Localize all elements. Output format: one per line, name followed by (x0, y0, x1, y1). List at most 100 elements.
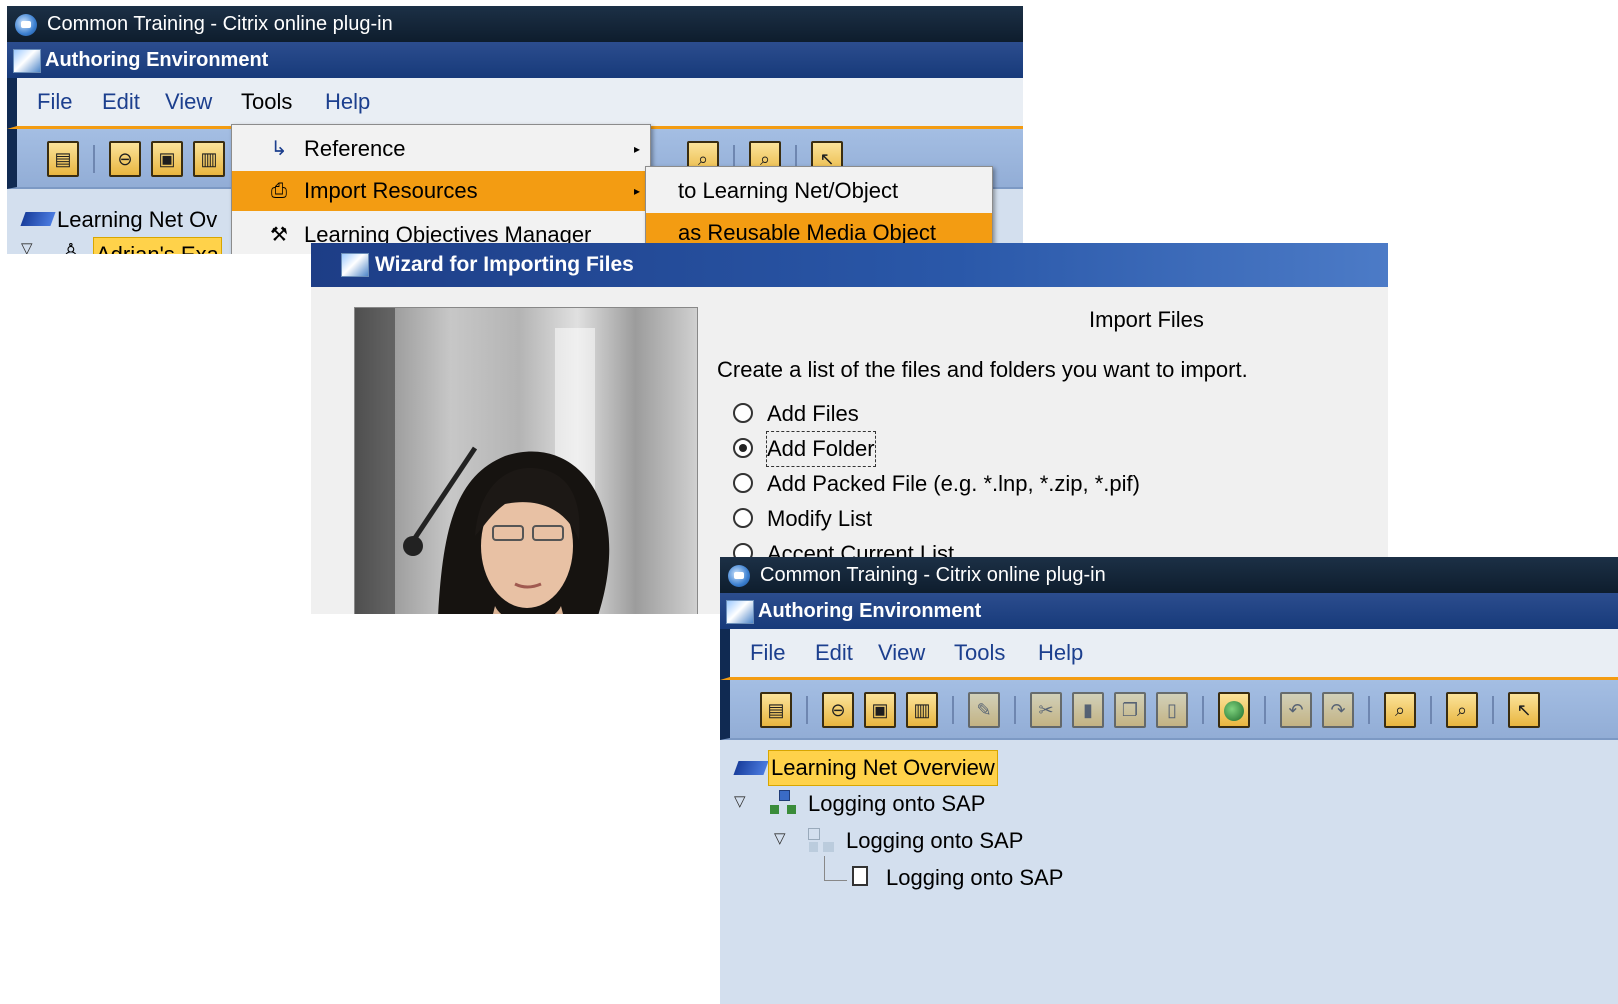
submenu-arrow-icon: ▸ (633, 184, 640, 198)
citrix-titlebar: Common Training - Citrix online plug-in (7, 6, 1023, 42)
document-icon (852, 866, 868, 886)
undo-button[interactable]: ↶ (1280, 692, 1312, 728)
app-titlebar: Authoring Environment (7, 42, 1023, 78)
tree-item-logging-onto-sap-group[interactable]: Logging onto SAP (846, 824, 1023, 858)
menu-tools[interactable]: Tools (241, 89, 292, 115)
save-all-button[interactable]: ▥ (193, 141, 225, 177)
learning-net-icon (733, 761, 769, 775)
menu-item-label: Import Resources (304, 178, 478, 203)
toolbar-separator (952, 696, 954, 724)
authoring-window-top: Common Training - Citrix online plug-in … (7, 6, 1023, 254)
toolbar-separator (1014, 696, 1016, 724)
tree-child-label[interactable]: Adrian's Exa (93, 237, 222, 254)
wizard-heading: Import Files (1089, 307, 1204, 332)
menu-item-label: to Learning Net/Object (678, 178, 899, 203)
tools-menu: ↳ Reference ▸ ⎙ Import Resources ▸ ⚒ Lea… (231, 124, 651, 254)
toolbar-separator (1368, 696, 1370, 724)
menu-item-to-learning-net-object[interactable]: to Learning Net/Object (646, 171, 992, 211)
portrait-illustration (355, 308, 610, 614)
copy-button[interactable]: ❐ (1114, 692, 1146, 728)
globe-icon (1224, 701, 1244, 722)
menu-edit[interactable]: Edit (815, 640, 853, 666)
help-pointer-button[interactable]: ↖ (1508, 692, 1540, 728)
app-icon (726, 600, 754, 624)
menu-help[interactable]: Help (1038, 640, 1083, 666)
wizard-titlebar: Wizard for Importing Files (311, 243, 1388, 287)
menu-view[interactable]: View (165, 89, 212, 115)
wizard-app-icon (341, 253, 369, 277)
option-label: Add Files (767, 401, 859, 426)
import-resources-submenu: to Learning Net/Object as Reusable Media… (645, 166, 993, 254)
new-button[interactable]: ▤ (47, 141, 79, 177)
menu-tools[interactable]: Tools (954, 640, 1005, 666)
option-label: Add Packed File (e.g. *.lnp, *.zip, *.pi… (767, 471, 1140, 496)
import-icon: ⎙ (271, 180, 287, 202)
group-icon (808, 828, 836, 854)
submenu-arrow-icon: ▸ (633, 142, 640, 156)
menubar: File Edit View Tools Help (7, 78, 1023, 129)
citrix-logo-icon (728, 565, 750, 587)
cut-button[interactable]: ✂ (1030, 692, 1062, 728)
redo-button[interactable]: ↷ (1322, 692, 1354, 728)
edit-button[interactable]: ✎ (968, 692, 1000, 728)
toolbar-separator (1430, 696, 1432, 724)
menu-view[interactable]: View (878, 640, 925, 666)
app-icon (13, 49, 41, 73)
menu-item-reference[interactable]: ↳ Reference ▸ (232, 129, 650, 169)
app-title: Authoring Environment (45, 49, 269, 71)
menu-file[interactable]: File (37, 89, 72, 115)
tree-item-logging-onto-sap[interactable]: Logging onto SAP (808, 787, 985, 821)
toolbar-separator (1492, 696, 1494, 724)
citrix-logo-icon (15, 14, 37, 36)
toolbar: ▤ ⊖ ▣ ▥ ✎ ✂ ▮ ❐ ▯ ↶ ↷ ⌕ ⌕ ↖ (720, 680, 1618, 740)
authoring-window-bottom: Common Training - Citrix online plug-in … (720, 557, 1618, 1004)
app-titlebar: Authoring Environment (720, 593, 1618, 629)
menu-item-import-resources[interactable]: ⎙ Import Resources ▸ (232, 171, 650, 211)
citrix-titlebar: Common Training - Citrix online plug-in (720, 557, 1618, 593)
new-button[interactable]: ▤ (760, 692, 792, 728)
expand-toggle-icon[interactable]: ▽ (734, 792, 746, 810)
option-label: Modify List (767, 506, 873, 531)
expand-toggle-icon[interactable]: ▽ (774, 829, 786, 847)
reference-arrow-icon: ↳ (270, 138, 288, 160)
menu-edit[interactable]: Edit (102, 89, 140, 115)
globe-button[interactable] (1218, 692, 1250, 728)
citrix-window-title: Common Training - Citrix online plug-in (47, 13, 393, 35)
radio-add-files[interactable] (733, 403, 753, 423)
tools-icon: ⚒ (270, 224, 288, 246)
app-title: Authoring Environment (758, 600, 982, 622)
toolbar-separator (806, 696, 808, 724)
radio-add-folder[interactable] (733, 438, 753, 458)
tree-root-label[interactable]: Learning Net Ov (57, 203, 217, 237)
option-label: Add Folder (766, 431, 876, 467)
learning-net-structure-icon (770, 790, 796, 816)
expand-toggle-icon[interactable]: ▽ (21, 239, 33, 254)
tree-view: Learning Net Overview ▽ Logging onto SAP… (720, 740, 1618, 1004)
tree-child-icon: ♙ (61, 239, 81, 254)
toolbar-separator (93, 145, 95, 173)
menu-file[interactable]: File (750, 640, 785, 666)
wizard-title: Wizard for Importing Files (375, 253, 634, 276)
save-all-button[interactable]: ▥ (906, 692, 938, 728)
toolbar-separator (1202, 696, 1204, 724)
tree-connector-line (824, 856, 847, 881)
open-button[interactable]: ⊖ (109, 141, 141, 177)
save-button[interactable]: ▣ (151, 141, 183, 177)
radio-modify-list[interactable] (733, 508, 753, 528)
menu-help[interactable]: Help (325, 89, 370, 115)
toolbar-separator (1264, 696, 1266, 724)
search-button[interactable]: ⌕ (1446, 692, 1478, 728)
menu-item-label: Reference (304, 136, 406, 161)
find-button[interactable]: ⌕ (1384, 692, 1416, 728)
delete-button[interactable]: ▮ (1072, 692, 1104, 728)
tree-item-logging-onto-sap-document[interactable]: Logging onto SAP (886, 861, 1063, 895)
radio-add-packed-file[interactable] (733, 473, 753, 493)
open-button[interactable]: ⊖ (822, 692, 854, 728)
save-button[interactable]: ▣ (864, 692, 896, 728)
wizard-instruction: Create a list of the files and folders y… (717, 357, 1248, 382)
citrix-window-title: Common Training - Citrix online plug-in (760, 564, 1106, 586)
learning-net-icon (20, 212, 56, 226)
tree-item-learning-net-overview[interactable]: Learning Net Overview (768, 750, 998, 786)
menubar: File Edit View Tools Help (720, 629, 1618, 680)
paste-button[interactable]: ▯ (1156, 692, 1188, 728)
